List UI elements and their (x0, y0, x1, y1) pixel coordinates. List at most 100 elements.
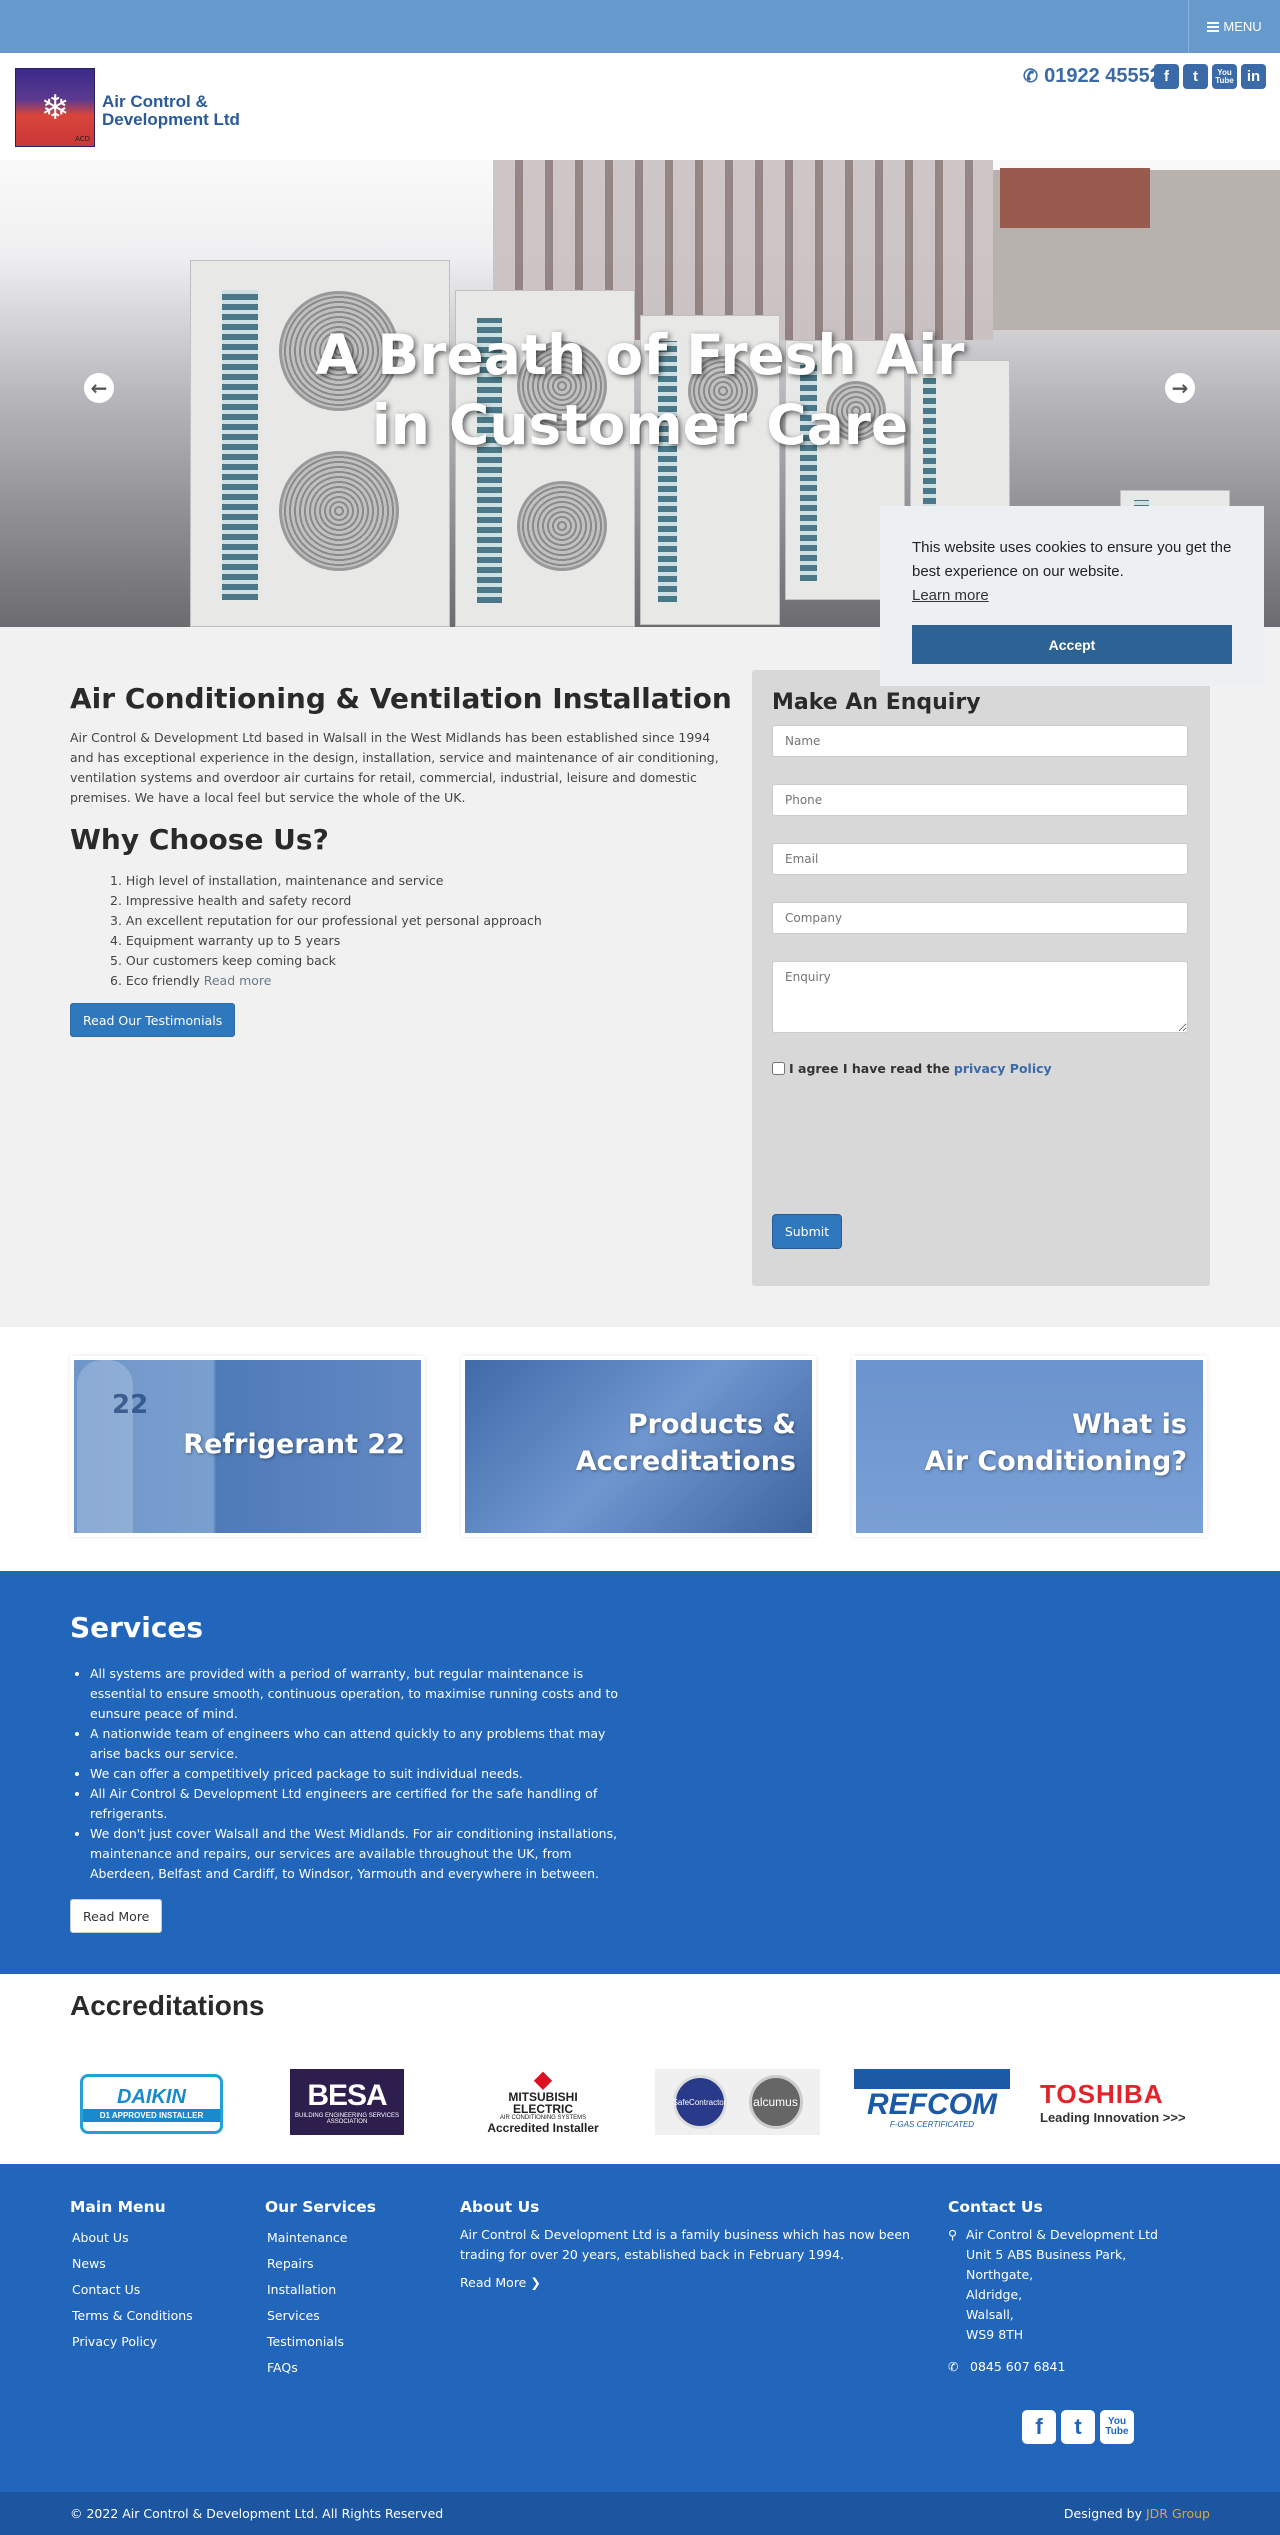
footer-about: About Us Air Control & Development Ltd i… (460, 2198, 910, 2291)
services-read-more-button[interactable]: Read More (70, 1899, 163, 1933)
footer-about-text: Air Control & Development Ltd is a famil… (460, 2227, 910, 2262)
top-bar: MENU (0, 0, 1280, 53)
footer-contact: Contact Us ⚲ Air Control & Development L… (948, 2198, 1228, 2374)
accreditations-title: Accreditations (70, 1990, 265, 2021)
footer-link-contact-us[interactable]: Contact Us (70, 2277, 193, 2303)
tile-image: Products & Accreditations (465, 1360, 812, 1533)
footer-link-services[interactable]: Services (265, 2303, 376, 2329)
copyright: © 2022 Air Control & Development Ltd. Al… (70, 2506, 444, 2521)
footer-phone[interactable]: ✆ 0845 607 6841 (948, 2359, 1228, 2374)
facebook-icon[interactable]: f (1022, 2410, 1056, 2444)
arrow-right-icon[interactable]: → (1165, 373, 1195, 403)
footer-link-privacy[interactable]: Privacy Policy (70, 2329, 193, 2355)
privacy-checkbox[interactable] (772, 1062, 785, 1075)
hero-title-line-1: A Breath of Fresh Air (315, 323, 965, 387)
footer-link-maintenance[interactable]: Maintenance (265, 2225, 376, 2251)
footer-read-more-link[interactable]: Read More ❯ (460, 2275, 541, 2290)
phone-icon: ✆ (948, 2359, 959, 2374)
intro-description: Air Control & Development Ltd based in W… (70, 730, 719, 805)
phone-number: 01922 455523 (1044, 65, 1172, 87)
besa-logo: BESA BUILDING ENGINEERING SERVICES ASSOC… (290, 2069, 404, 2135)
designer-link[interactable]: JDR Group (1146, 2506, 1210, 2521)
linkedin-icon[interactable]: in (1241, 64, 1266, 89)
tile-refrigerant-22[interactable]: 22 Refrigerant 22 (70, 1356, 425, 1537)
safecontractor-alcumus-logo: SafeContractor alcumus (655, 2069, 820, 2135)
header-social-links: f t You Tube in (1154, 64, 1266, 89)
enquiry-textarea[interactable] (772, 961, 1188, 1033)
enquiry-form: Make An Enquiry I agree I have read the … (752, 670, 1210, 1286)
reason-text: 6. Eco friendly (110, 973, 200, 988)
address-line: Northgate, (966, 2267, 1034, 2282)
accept-cookies-button[interactable]: Accept (912, 625, 1232, 664)
arrow-left-icon[interactable]: ← (84, 373, 114, 403)
reason-item: 1. High level of installation, maintenan… (110, 873, 444, 888)
hero-background-brick (1000, 168, 1150, 228)
twitter-icon[interactable]: t (1061, 2410, 1095, 2444)
facebook-icon[interactable]: f (1154, 64, 1179, 89)
footer-link-terms[interactable]: Terms & Conditions (70, 2303, 193, 2329)
tile-label: Products & Accreditations (575, 1409, 796, 1477)
footer-link-installation[interactable]: Installation (265, 2277, 376, 2303)
youtube-icon[interactable]: You Tube (1100, 2410, 1134, 2444)
youtube-icon[interactable]: You Tube (1212, 64, 1237, 89)
brand-name[interactable]: Air Control & Development Ltd (102, 93, 240, 129)
mitsubishi-diamonds-icon: ◆ (533, 2066, 553, 2093)
footer-link-about-us[interactable]: About Us (70, 2225, 193, 2251)
footer-link-faqs[interactable]: FAQs (265, 2355, 376, 2381)
logo-small-text: ACD (75, 135, 90, 143)
name-input[interactable] (772, 725, 1188, 757)
read-testimonials-button[interactable]: Read Our Testimonials (70, 1003, 236, 1037)
header-phone[interactable]: ✆ 01922 455523 (1023, 65, 1172, 88)
footer-our-services: Our Services Maintenance Repairs Install… (265, 2198, 376, 2381)
footer-link-repairs[interactable]: Repairs (265, 2251, 376, 2277)
footer-contact-title: Contact Us (948, 2198, 1043, 2216)
mitsubishi-logo: ◆ MITSUBISHI ELECTRIC AIR CONDITIONING S… (487, 2066, 599, 2136)
service-item: All Air Control & Development Ltd engine… (90, 1784, 630, 1824)
site-header: ❄ ACD Air Control & Development Ltd ✆ 01… (0, 53, 1280, 160)
service-item: A nationwide team of engineers who can a… (90, 1724, 630, 1764)
bottle-graphic (77, 1360, 133, 1533)
phone-input[interactable] (772, 784, 1188, 816)
tile-products-accreditations[interactable]: Products & Accreditations (461, 1356, 816, 1537)
daikin-logo: DAIKIN D1 APPROVED INSTALLER (80, 2074, 223, 2134)
footer-main-menu: Main Menu About Us News Contact Us Terms… (70, 2198, 193, 2355)
email-input[interactable] (772, 843, 1188, 875)
service-item: We don't just cover Walsall and the West… (90, 1824, 630, 1884)
hero-title-line-2: in Customer Care (371, 393, 909, 457)
safecontractor-badge: SafeContractor (672, 2075, 727, 2129)
submit-button[interactable]: Submit (772, 1214, 842, 1249)
reason-item: 6. Eco friendly Read more (110, 971, 542, 991)
company-input[interactable] (772, 902, 1188, 934)
menu-button[interactable]: MENU (1188, 0, 1280, 53)
twitter-icon[interactable]: t (1183, 64, 1208, 89)
hamburger-icon (1207, 21, 1220, 32)
services-list: All systems are provided with a period o… (90, 1664, 630, 1884)
footer-link-testimonials[interactable]: Testimonials (265, 2329, 376, 2355)
hero-title: A Breath of Fresh Air in Customer Care (0, 320, 1280, 460)
tile-image: What is Air Conditioning? (856, 1360, 1203, 1533)
services-section: Services All systems are provided with a… (0, 1571, 1280, 1974)
read-more-link[interactable]: Read more (204, 973, 272, 988)
form-title: Make An Enquiry (772, 690, 981, 715)
tile-label: Refrigerant 22 (183, 1429, 405, 1460)
why-choose-title: Why Choose Us? (70, 823, 329, 856)
footer-address: ⚲ Air Control & Development Ltd Unit 5 A… (948, 2225, 1228, 2345)
reason-item: 4. Equipment warranty up to 5 years (110, 933, 341, 948)
tile-decoration: 22 (112, 1390, 149, 1420)
agree-text: I agree I have read the (789, 1061, 950, 1076)
company-logo[interactable]: ❄ ACD (15, 68, 95, 147)
address-line: Unit 5 ABS Business Park, (966, 2247, 1127, 2262)
tile-what-is-air-conditioning[interactable]: What is Air Conditioning? (852, 1356, 1207, 1537)
footer-services-title: Our Services (265, 2198, 376, 2216)
footer-bottom-bar: © 2022 Air Control & Development Ltd. Al… (0, 2492, 1280, 2535)
address-line: Walsall, (966, 2307, 1014, 2322)
privacy-agree: I agree I have read the privacy Policy (772, 1061, 1052, 1076)
privacy-policy-link[interactable]: privacy Policy (954, 1061, 1052, 1076)
address-line: Aldridge, (966, 2287, 1023, 2302)
snowflake-icon: ❄ (40, 87, 70, 128)
brand-line-1: Air Control & (102, 92, 208, 111)
learn-more-link[interactable]: Learn more (912, 587, 989, 604)
accreditations-section: Accreditations DAIKIN D1 APPROVED INSTAL… (0, 1974, 1280, 2164)
address-line: Air Control & Development Ltd (966, 2227, 1158, 2242)
footer-link-news[interactable]: News (70, 2251, 193, 2277)
